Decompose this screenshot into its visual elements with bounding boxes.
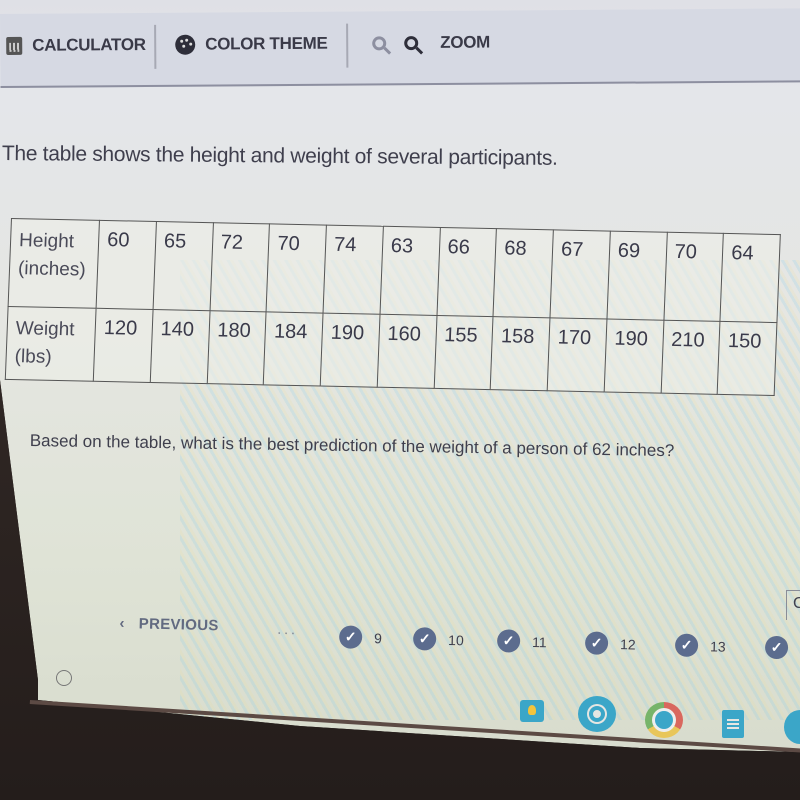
calculator-label: CALCULATOR — [32, 34, 146, 55]
chevron-left-icon: ‹ — [119, 614, 125, 633]
chrome-icon[interactable] — [645, 702, 683, 738]
table-cell: 120 — [93, 308, 153, 383]
screen: CALCULATOR COLOR THEME ZOOM The table sh… — [0, 0, 800, 752]
question-number: 13 — [709, 637, 726, 655]
table-cell: 70 — [663, 232, 724, 322]
table-cell: 65 — [152, 221, 213, 311]
table-cell: 160 — [376, 314, 437, 389]
row-header: Height (inches) — [8, 218, 100, 309]
row-header-unit: (inches) — [17, 258, 87, 281]
zoom-controls: ZOOM — [372, 33, 490, 54]
zoom-label: ZOOM — [440, 32, 491, 52]
app-icon[interactable] — [784, 710, 800, 744]
question-nav-item[interactable]: ✓ — [764, 635, 800, 660]
toolbar: CALCULATOR COLOR THEME ZOOM — [0, 8, 800, 88]
table-cell: 190 — [603, 318, 664, 394]
row-header-unit: (lbs) — [14, 346, 53, 368]
table-cell: 68 — [493, 228, 554, 318]
calculator-button[interactable]: CALCULATOR — [6, 35, 146, 56]
question-nav-item[interactable]: ✓ 11 — [496, 629, 547, 653]
question-text: Based on the table, what is the best pre… — [29, 430, 675, 461]
question-number: 12 — [619, 635, 636, 653]
question-number: 10 — [447, 631, 464, 648]
launcher-icon[interactable] — [56, 670, 72, 686]
table-cell: 63 — [379, 226, 440, 316]
keep-icon[interactable] — [520, 700, 544, 722]
table-cell: 184 — [263, 311, 324, 387]
check-circle-icon: ✓ — [338, 625, 363, 649]
check-circle-icon: ✓ — [412, 627, 437, 651]
previous-button[interactable]: ‹ PREVIOUS — [119, 615, 219, 634]
table-cell: 140 — [150, 309, 210, 384]
check-circle-icon: ✓ — [674, 633, 699, 658]
table-cell: 70 — [266, 223, 327, 314]
weight-row: Weight (lbs) 120 140 180 184 190 160 155 158 170 19… — [5, 306, 777, 396]
question-navigation: ‹ PREVIOUS ... ✓ 9 ✓ 10 ✓ 11 ✓ 12 ✓ 13 ✓ — [0, 600, 800, 700]
calculator-icon — [6, 36, 23, 55]
question-prompt: The table shows the height and weight of… — [1, 142, 558, 170]
table-cell: 158 — [490, 316, 550, 391]
toolbar-divider — [154, 24, 157, 69]
table-cell: 67 — [549, 229, 611, 319]
question-nav-item[interactable]: ✓ 10 — [412, 627, 464, 651]
table-cell: 150 — [717, 321, 777, 396]
partial-button[interactable]: C — [786, 590, 800, 620]
row-header-label: Height — [18, 230, 75, 253]
zoom-in-icon[interactable] — [404, 36, 419, 51]
zoom-out-icon[interactable] — [372, 36, 387, 51]
table-cell: 72 — [209, 222, 270, 312]
question-nav-item[interactable]: ✓ 9 — [338, 625, 383, 649]
table-cell: 64 — [720, 233, 781, 323]
more-questions-ellipsis[interactable]: ... — [277, 621, 298, 638]
height-row: Height (inches) 60 65 72 70 74 63 66 68 67 69 70 64 — [8, 218, 781, 323]
color-theme-button[interactable]: COLOR THEME — [175, 33, 328, 55]
table-cell: 66 — [436, 227, 497, 317]
color-theme-label: COLOR THEME — [205, 33, 328, 54]
question-number: 9 — [373, 629, 383, 646]
table-cell: 60 — [96, 220, 157, 310]
docs-icon[interactable] — [722, 710, 744, 738]
row-header-label: Weight — [15, 318, 75, 341]
check-circle-icon: ✓ — [764, 635, 789, 660]
table-cell: 180 — [206, 310, 267, 385]
table-cell: 155 — [433, 315, 494, 390]
check-circle-icon: ✓ — [496, 629, 521, 653]
question-nav-item[interactable]: ✓ 12 — [584, 631, 636, 655]
table-cell: 190 — [320, 313, 380, 388]
height-weight-table: Height (inches) 60 65 72 70 74 63 66 68 67 69 70 64 We… — [4, 218, 781, 397]
question-number: 11 — [531, 633, 547, 650]
check-circle-icon: ✓ — [584, 631, 609, 655]
row-header: Weight (lbs) — [5, 306, 97, 382]
previous-label: PREVIOUS — [138, 615, 219, 635]
camera-icon[interactable] — [578, 696, 616, 732]
question-nav-item[interactable]: ✓ 13 — [674, 633, 726, 658]
toolbar-divider — [346, 23, 349, 68]
table-cell: 210 — [660, 320, 721, 395]
table-cell: 74 — [323, 225, 384, 315]
table-cell: 170 — [547, 317, 607, 392]
palette-icon — [175, 34, 196, 55]
table-cell: 69 — [606, 231, 667, 321]
